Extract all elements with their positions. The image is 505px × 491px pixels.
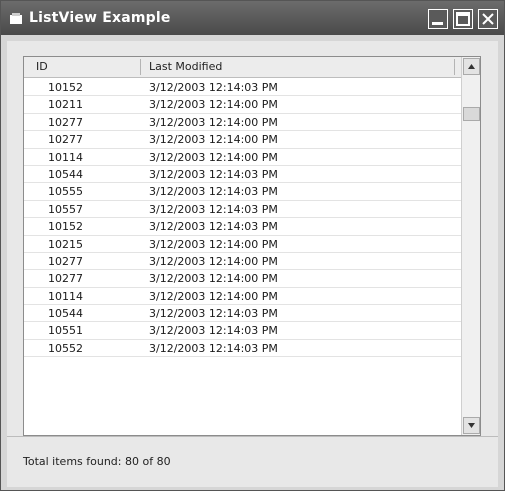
item-id: 10215 [48, 237, 83, 251]
list-item[interactable]: 10152 3/12/2003 12:14:03 PM [24, 79, 461, 97]
column-divider[interactable] [140, 59, 141, 75]
item-last-modified: 3/12/2003 12:14:03 PM [149, 81, 278, 94]
item-last-modified: 3/12/2003 12:14:00 PM [149, 237, 278, 251]
item-id: 10277 [48, 115, 83, 129]
item-last-modified: 3/12/2003 12:14:00 PM [149, 272, 278, 286]
item-id: 10555 [48, 185, 83, 199]
item-last-modified: 3/12/2003 12:14:03 PM [149, 167, 278, 181]
item-id: 10557 [48, 202, 83, 216]
client-area: ID Last Modified 10152 3/12/2003 12:14:03… [7, 41, 498, 487]
list-item[interactable]: 10114 3/12/2003 12:14:00 PM [24, 149, 461, 166]
scroll-down-button[interactable] [463, 417, 480, 434]
list-rows: 10152 3/12/2003 12:14:03 PM 10211 3/12/2003… [24, 79, 461, 358]
list-item[interactable]: 10544 3/12/2003 12:14:03 PM [24, 305, 461, 323]
item-last-modified: 3/12/2003 12:14:00 PM [149, 133, 278, 147]
minimize-button[interactable] [428, 9, 448, 29]
close-button[interactable] [478, 9, 498, 29]
list-item[interactable]: 10552 3/12/2003 12:14:03 PM [24, 340, 461, 358]
item-id: 10277 [48, 133, 83, 147]
list-item[interactable]: 10555 3/12/2003 12:14:03 PM [24, 183, 461, 201]
item-last-modified: 3/12/2003 12:14:03 PM [149, 307, 278, 321]
column-header-last-modified[interactable]: Last Modified [149, 57, 449, 77]
list-item[interactable]: 10215 3/12/2003 12:14:00 PM [24, 236, 461, 253]
item-last-modified: 3/12/2003 12:14:03 PM [149, 341, 278, 355]
item-id: 10152 [48, 220, 83, 234]
list-view[interactable]: ID Last Modified 10152 3/12/2003 12:14:03… [23, 56, 481, 436]
item-id: 10544 [48, 307, 83, 321]
list-item[interactable]: 10544 3/12/2003 12:14:03 PM [24, 166, 461, 184]
column-divider[interactable] [454, 59, 455, 75]
item-last-modified: 3/12/2003 12:14:00 PM [149, 254, 278, 268]
scroll-up-arrow-icon [468, 64, 475, 69]
list-item[interactable]: 10277 3/12/2003 12:14:00 PM [24, 253, 461, 271]
close-icon [482, 13, 494, 25]
scroll-up-button[interactable] [463, 58, 480, 75]
list-item[interactable]: 10277 3/12/2003 12:14:00 PM [24, 270, 461, 288]
vertical-scrollbar[interactable] [461, 57, 480, 435]
item-id: 10211 [48, 98, 83, 112]
list-item[interactable]: 10557 3/12/2003 12:14:03 PM [24, 201, 461, 219]
item-last-modified: 3/12/2003 12:14:00 PM [149, 289, 278, 303]
app-icon[interactable] [9, 11, 23, 25]
item-id: 10114 [48, 289, 83, 303]
list-header: ID Last Modified [24, 57, 461, 78]
item-last-modified: 3/12/2003 12:14:00 PM [149, 150, 278, 164]
list-item[interactable]: 10114 3/12/2003 12:14:00 PM [24, 288, 461, 306]
column-header-id[interactable]: ID [36, 57, 136, 77]
item-last-modified: 3/12/2003 12:14:00 PM [149, 115, 278, 129]
item-last-modified: 3/12/2003 12:14:03 PM [149, 185, 278, 199]
status-label: Total items found: 80 of 80 [23, 455, 171, 468]
scroll-down-arrow-icon [468, 423, 475, 428]
item-id: 10277 [48, 272, 83, 286]
item-last-modified: 3/12/2003 12:14:00 PM [149, 98, 278, 112]
item-id: 10152 [48, 81, 83, 94]
title-bar[interactable]: ListView Example [1, 1, 504, 35]
scrollbar-thumb[interactable] [463, 107, 480, 121]
list-item[interactable]: 10277 3/12/2003 12:14:00 PM [24, 131, 461, 149]
item-last-modified: 3/12/2003 12:14:03 PM [149, 324, 278, 338]
list-item[interactable]: 10277 3/12/2003 12:14:00 PM [24, 114, 461, 132]
item-id: 10551 [48, 324, 83, 338]
list-item[interactable]: 10152 3/12/2003 12:14:03 PM [24, 218, 461, 236]
item-id: 10552 [48, 341, 83, 355]
list-item[interactable]: 10551 3/12/2003 12:14:03 PM [24, 322, 461, 340]
item-last-modified: 3/12/2003 12:14:03 PM [149, 220, 278, 234]
status-divider [7, 436, 498, 437]
maximize-button[interactable] [453, 9, 473, 29]
minimize-icon [432, 22, 443, 25]
list-item[interactable]: 10211 3/12/2003 12:14:00 PM [24, 96, 461, 114]
item-id: 10277 [48, 254, 83, 268]
app-window: ListView Example ID Last Modified 10152 3… [0, 0, 505, 491]
item-id: 10114 [48, 150, 83, 164]
window-title: ListView Example [29, 10, 171, 26]
item-last-modified: 3/12/2003 12:14:03 PM [149, 202, 278, 216]
maximize-icon [456, 12, 470, 26]
item-id: 10544 [48, 167, 83, 181]
